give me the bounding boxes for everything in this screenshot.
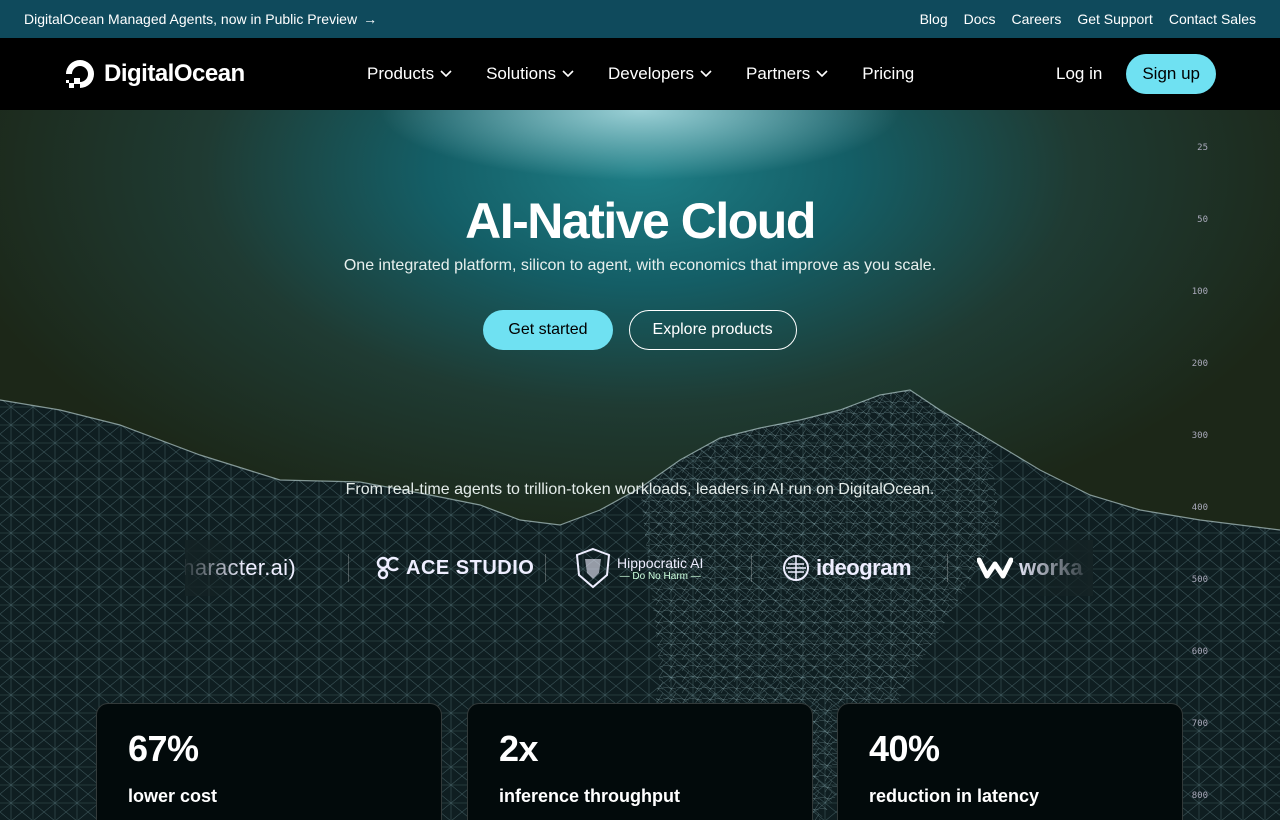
ace-studio-wordmark: ACE STUDIO xyxy=(406,556,535,579)
logo-divider xyxy=(947,554,948,582)
nav-pricing-label: Pricing xyxy=(862,64,915,83)
logo-divider xyxy=(751,554,752,582)
ruler-tick: 400 xyxy=(1191,503,1208,513)
announcement-link[interactable]: DigitalOcean Managed Agents, now in Publ… xyxy=(24,11,377,27)
utility-links: Blog Docs Careers Get Support Contact Sa… xyxy=(920,11,1256,27)
stat-card-cost: 67% lower cost xyxy=(96,703,442,820)
ace-studio-logo: ACE STUDIO xyxy=(376,540,534,596)
brand-logo[interactable]: DigitalOcean xyxy=(64,58,245,90)
nav-products[interactable]: Products xyxy=(367,64,452,84)
ideogram-wordmark: ideogram xyxy=(816,555,912,580)
main-nav: DigitalOcean Products Solutions Develope… xyxy=(0,38,1280,110)
ideogram-logo: ideogram xyxy=(782,540,912,596)
ruler-tick: 500 xyxy=(1191,575,1208,585)
hero-cta-group: Get started Explore products xyxy=(0,310,1280,350)
stat-value: 40% xyxy=(869,728,940,769)
announcement-bar: DigitalOcean Managed Agents, now in Publ… xyxy=(0,0,1280,38)
logo-fade-right xyxy=(1013,540,1093,596)
nav-developers-label: Developers xyxy=(608,64,695,83)
signup-button[interactable]: Sign up xyxy=(1126,54,1216,94)
blog-link[interactable]: Blog xyxy=(920,11,948,27)
chevron-down-icon xyxy=(700,70,712,78)
chevron-down-icon xyxy=(562,70,574,78)
ace-studio-mark-icon xyxy=(376,556,399,580)
logo-divider xyxy=(545,554,546,582)
arrow-right-icon: → xyxy=(363,11,378,27)
digitalocean-logo-icon xyxy=(66,60,94,88)
stat-label: lower cost xyxy=(128,786,218,806)
stat-label: inference throughput xyxy=(499,786,680,806)
hippocratic-text: Hippocratic AI — Do No Harm — xyxy=(617,555,703,582)
customers-tagline: From real-time agents to trillion-token … xyxy=(345,481,935,498)
nav-pricing[interactable]: Pricing xyxy=(862,64,914,84)
hero-title: AI-Native Cloud xyxy=(465,193,816,249)
logo-fade-left xyxy=(185,540,245,596)
hero-subtitle: One integrated platform, silicon to agen… xyxy=(343,257,937,274)
hero-section: 25 50 100 200 300 400 500 600 700 800 AI… xyxy=(0,110,1280,820)
brand-name: DigitalOcean xyxy=(104,60,245,87)
nav-partners[interactable]: Partners xyxy=(746,64,828,84)
chevron-down-icon xyxy=(440,70,452,78)
get-support-link[interactable]: Get Support xyxy=(1077,11,1153,27)
ruler-tick: 700 xyxy=(1191,719,1208,729)
workato-mark-icon xyxy=(977,557,1013,579)
nav-solutions-label: Solutions xyxy=(486,64,557,83)
docs-link[interactable]: Docs xyxy=(964,11,996,27)
ruler-tick: 25 xyxy=(1197,143,1208,153)
hippocratic-tagline: — Do No Harm — xyxy=(619,570,701,582)
stat-label: reduction in latency xyxy=(869,786,1040,806)
ruler-tick: 800 xyxy=(1191,791,1208,801)
shield-icon xyxy=(575,547,611,589)
ruler-tick: 600 xyxy=(1191,647,1208,657)
hippocratic-wordmark: Hippocratic AI xyxy=(617,554,704,571)
logo-divider xyxy=(348,554,349,582)
stat-value: 67% xyxy=(128,728,199,769)
chevron-down-icon xyxy=(816,70,828,78)
nav-partners-label: Partners xyxy=(746,64,811,83)
stat-card-latency: 40% reduction in latency xyxy=(837,703,1183,820)
get-started-button[interactable]: Get started xyxy=(483,310,613,350)
nav-solutions[interactable]: Solutions xyxy=(486,64,574,84)
nav-products-label: Products xyxy=(367,64,435,83)
customer-logo-strip: character.ai) ACE STUDIO Hippocratic AI … xyxy=(185,540,1093,596)
ruler-tick: 100 xyxy=(1191,287,1208,297)
hippocratic-ai-logo: Hippocratic AI — Do No Harm — xyxy=(575,540,703,596)
careers-link[interactable]: Careers xyxy=(1012,11,1062,27)
ideogram-mark-icon xyxy=(783,555,809,581)
login-link[interactable]: Log in xyxy=(1056,64,1102,84)
nav-menu: Products Solutions Developers Partners P… xyxy=(367,38,914,110)
explore-products-button[interactable]: Explore products xyxy=(628,310,797,350)
contact-sales-link[interactable]: Contact Sales xyxy=(1169,11,1256,27)
nav-actions: Log in Sign up xyxy=(1056,54,1216,94)
stat-card-throughput: 2x inference throughput xyxy=(467,703,813,820)
ruler-tick: 300 xyxy=(1191,431,1208,441)
announcement-text: DigitalOcean Managed Agents, now in Publ… xyxy=(24,11,358,27)
ruler-tick: 200 xyxy=(1191,359,1208,369)
stat-value: 2x xyxy=(499,728,539,769)
nav-developers[interactable]: Developers xyxy=(608,64,712,84)
